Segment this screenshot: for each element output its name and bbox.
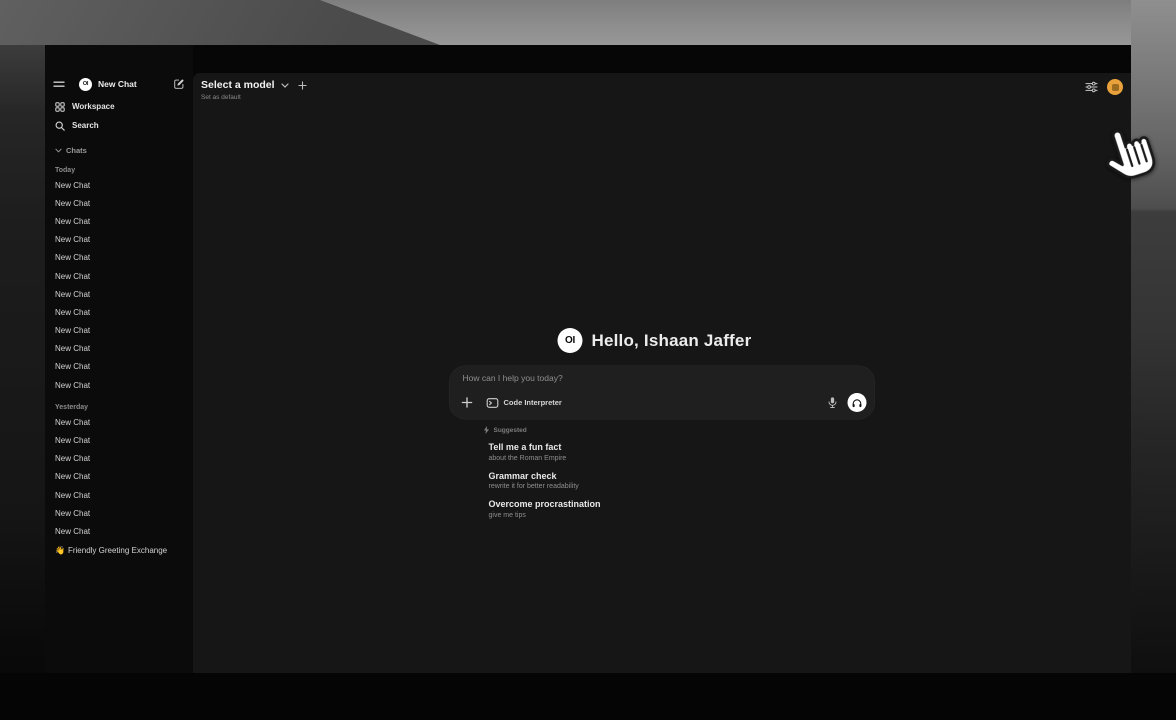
sidebar-title: New Chat [98, 79, 137, 89]
attach-plus-icon[interactable] [462, 397, 473, 408]
lightning-bolt-icon [484, 426, 490, 434]
microphone-icon[interactable] [828, 396, 838, 409]
chats-section-toggle[interactable]: Chats [53, 143, 185, 157]
message-composer[interactable]: Code Interpreter [450, 366, 875, 419]
chat-list-item[interactable]: New Chat [53, 212, 185, 230]
suggested-prompt[interactable]: Grammar check rewrite it for better read… [489, 471, 875, 491]
chat-list-item[interactable]: New Chat [53, 231, 185, 249]
suggested-section: Suggested Tell me a fun fact about the R… [450, 426, 875, 519]
chat-list-item[interactable]: New Chat [53, 322, 185, 340]
model-bar: Select a model Set as default [201, 79, 307, 101]
chat-list-item[interactable]: New Chat [53, 340, 185, 358]
sidebar-item-workspace[interactable]: Workspace [53, 97, 185, 116]
greeting-row: OI Hello, Ishaan Jaffer [558, 328, 875, 353]
named-chat-label: Friendly Greeting Exchange [68, 546, 167, 555]
voice-call-button[interactable] [848, 393, 867, 412]
suggested-prompt-subtitle: rewrite it for better readability [489, 483, 875, 490]
code-interpreter-label: Code Interpreter [504, 398, 562, 407]
workspace-grid-icon [55, 102, 65, 112]
chats-section-label: Chats [66, 146, 87, 155]
sidebar-title-group[interactable]: OI New Chat [79, 78, 173, 91]
chat-group-label-today: Today [53, 164, 185, 176]
suggested-list: Tell me a fun fact about the Roman Empir… [484, 442, 875, 519]
sidebar-header: OI New Chat [53, 75, 185, 93]
chat-list-item[interactable]: New Chat [53, 450, 185, 468]
greeting-text: Hello, Ishaan Jaffer [592, 331, 752, 351]
chevron-down-icon [55, 148, 62, 153]
screen: OI New Chat Workspace [0, 0, 1176, 720]
chat-list-item-named[interactable]: 👋 Friendly Greeting Exchange [53, 542, 185, 560]
search-label: Search [72, 121, 99, 130]
suggested-prompt-title: Grammar check [489, 471, 875, 481]
avatar-placeholder-icon [1112, 84, 1119, 91]
chat-list-item[interactable]: New Chat [53, 303, 185, 321]
welcome-area: OI Hello, Ishaan Jaffer [450, 328, 875, 528]
chat-list-today: New ChatNew ChatNew ChatNew ChatNew Chat… [53, 176, 185, 394]
new-chat-icon[interactable] [173, 78, 185, 90]
suggested-prompt-title: Overcome procrastination [489, 499, 875, 509]
chat-list-yesterday: New ChatNew ChatNew ChatNew ChatNew Chat… [53, 413, 185, 540]
chat-list-item[interactable]: New Chat [53, 486, 185, 504]
sidebar-toggle-icon[interactable] [53, 80, 65, 89]
app-logo-icon: OI [79, 78, 92, 91]
chat-list-item[interactable]: New Chat [53, 358, 185, 376]
suggested-prompt-subtitle: about the Roman Empire [489, 455, 875, 462]
suggested-prompt[interactable]: Tell me a fun fact about the Roman Empir… [489, 442, 875, 462]
desktop-wallpaper-left [0, 45, 45, 720]
chat-list-item[interactable]: New Chat [53, 504, 185, 522]
add-model-icon[interactable] [298, 81, 307, 90]
chevron-down-icon [281, 83, 289, 88]
chat-list-item[interactable]: New Chat [53, 413, 185, 431]
suggested-prompt-subtitle: give me tips [489, 512, 875, 519]
topbar-actions [1085, 79, 1123, 95]
set-default-button[interactable]: Set as default [201, 94, 307, 101]
app-window: OI New Chat Workspace [45, 45, 1131, 673]
chat-list-item[interactable]: New Chat [53, 376, 185, 394]
user-avatar[interactable] [1107, 79, 1123, 95]
chat-list-item[interactable]: New Chat [53, 176, 185, 194]
terminal-icon [487, 398, 499, 408]
composer-toolbar: Code Interpreter [462, 393, 867, 412]
main-panel: Select a model Set as default [193, 73, 1131, 673]
model-selector-label: Select a model [201, 79, 275, 91]
sidebar: OI New Chat Workspace [45, 45, 193, 673]
model-selector[interactable]: Select a model [201, 79, 307, 91]
search-icon [55, 121, 65, 131]
desktop-wallpaper-bottom [0, 673, 1176, 720]
suggested-prompt-title: Tell me a fun fact [489, 442, 875, 452]
desktop-wallpaper-right [1131, 0, 1176, 720]
workspace-label: Workspace [72, 102, 115, 111]
controls-sliders-icon[interactable] [1085, 81, 1098, 93]
chat-list-item[interactable]: New Chat [53, 285, 185, 303]
suggested-label: Suggested [494, 427, 527, 434]
suggested-header: Suggested [484, 426, 875, 434]
chat-list-item[interactable]: New Chat [53, 194, 185, 212]
chat-list-item[interactable]: New Chat [53, 431, 185, 449]
chat-list-item[interactable]: New Chat [53, 267, 185, 285]
chat-list-item[interactable]: New Chat [53, 522, 185, 540]
code-interpreter-toggle[interactable]: Code Interpreter [487, 398, 562, 408]
suggested-prompt[interactable]: Overcome procrastination give me tips [489, 499, 875, 519]
chat-group-label-yesterday: Yesterday [53, 401, 185, 413]
headphones-icon [852, 398, 863, 408]
app-logo-icon: OI [558, 328, 583, 353]
chat-list-item[interactable]: New Chat [53, 468, 185, 486]
message-input[interactable] [463, 373, 783, 383]
sidebar-item-search[interactable]: Search [53, 116, 185, 135]
chat-list-item[interactable]: New Chat [53, 249, 185, 267]
wave-emoji-icon: 👋 [55, 546, 65, 555]
